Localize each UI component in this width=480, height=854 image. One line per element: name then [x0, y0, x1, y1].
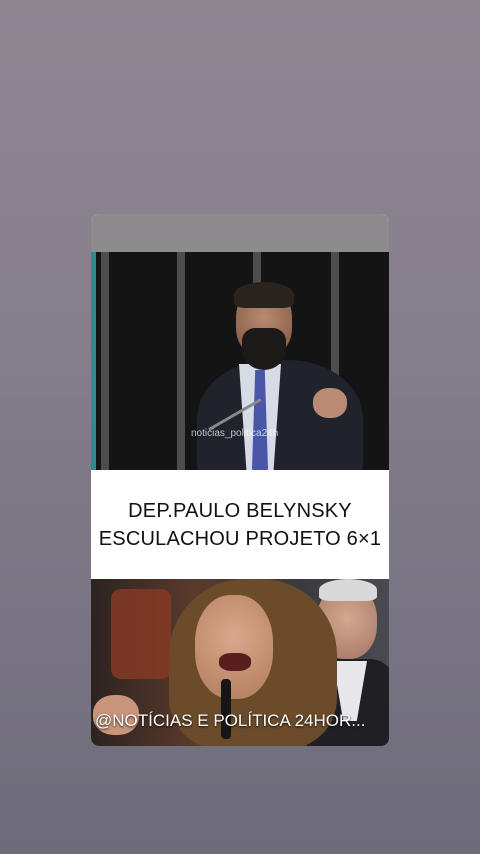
woman-face [195, 595, 273, 699]
watermark-text: noticias_politica24h [191, 428, 279, 439]
background-bar [177, 252, 185, 484]
teal-edge [91, 252, 96, 484]
speaker-photo: noticias_politica24h [91, 252, 389, 484]
background-figure [111, 589, 171, 679]
headline-text: DEP.PAULO BELYNSKY ESCULACHOU PROJETO 6×… [98, 500, 382, 550]
story-post-card[interactable]: noticias_politica24h DEP.PAULO BELYNSKY … [91, 214, 389, 746]
man-hair [319, 579, 377, 601]
channel-handle-text: @NOTÍCIAS E POLÍTICA 24HOR... [95, 711, 366, 730]
card-top-bar [91, 214, 389, 252]
speaker-fist [313, 388, 347, 418]
headline-box: DEP.PAULO BELYNSKY ESCULACHOU PROJETO 6×… [91, 470, 389, 580]
background-bar [101, 252, 109, 484]
speaker-hair [234, 282, 294, 308]
woman-mouth [219, 653, 251, 671]
speaker-beard [242, 328, 286, 370]
speaker-photo-bottom: @NOTÍCIAS E POLÍTICA 24HOR... [91, 579, 389, 746]
